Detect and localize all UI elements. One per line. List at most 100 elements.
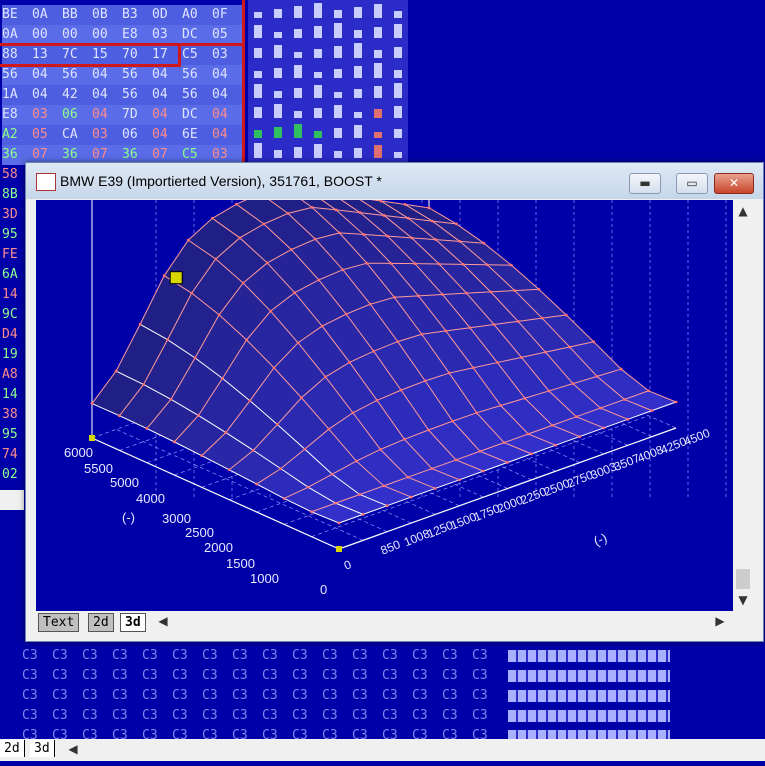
hex-cell[interactable]: C3: [262, 686, 292, 706]
hex-left-cell[interactable]: 38: [2, 405, 18, 425]
window-titlebar[interactable]: BMW E39 (Importierted Version), 351761, …: [26, 163, 763, 199]
hex-cell[interactable]: C3: [412, 686, 442, 706]
hex-cell[interactable]: 05: [32, 125, 62, 145]
hex-cell[interactable]: C3: [172, 646, 202, 666]
hex-cell[interactable]: C3: [82, 686, 112, 706]
hex-cell[interactable]: DC: [182, 105, 212, 125]
left-scroll-stub[interactable]: [0, 490, 24, 510]
hex-cell[interactable]: 0A: [32, 5, 62, 25]
hex-cell[interactable]: C3: [292, 686, 322, 706]
scroll-left-button[interactable]: ◀: [66, 742, 80, 756]
hex-cell[interactable]: 04: [92, 85, 122, 105]
hex-cell[interactable]: 04: [92, 65, 122, 85]
hex-cell[interactable]: C3: [82, 666, 112, 686]
hex-cell[interactable]: C3: [142, 706, 172, 726]
hex-cell[interactable]: 88: [2, 45, 32, 65]
hex-cell[interactable]: 56: [182, 65, 212, 85]
hex-cell[interactable]: C3: [262, 706, 292, 726]
hex-cell[interactable]: C3: [52, 646, 82, 666]
hex-left-cell[interactable]: 6A: [2, 265, 18, 285]
hex-cell[interactable]: C3: [202, 666, 232, 686]
hex-cell[interactable]: C3: [352, 686, 382, 706]
hex-cell[interactable]: C3: [22, 686, 52, 706]
hex-cell[interactable]: 0D: [152, 5, 182, 25]
hex-cell[interactable]: 6E: [182, 125, 212, 145]
hex-cell[interactable]: 04: [212, 65, 242, 85]
hex-left-cell[interactable]: 58: [2, 165, 18, 185]
hex-cell[interactable]: C3: [262, 646, 292, 666]
hex-cell[interactable]: 42: [62, 85, 92, 105]
hex-cell[interactable]: 0A: [2, 25, 32, 45]
hex-cell[interactable]: 0F: [212, 5, 242, 25]
hex-cell[interactable]: C3: [142, 646, 172, 666]
hex-cell[interactable]: 00: [32, 25, 62, 45]
maximize-button[interactable]: ▭: [676, 173, 708, 194]
close-button[interactable]: ✕: [714, 173, 754, 194]
hex-cell[interactable]: 04: [32, 65, 62, 85]
hex-cell[interactable]: 04: [152, 65, 182, 85]
hex-cell[interactable]: 7D: [122, 105, 152, 125]
hex-cell[interactable]: C3: [292, 706, 322, 726]
hex-cell[interactable]: E8: [122, 25, 152, 45]
hex-cell[interactable]: C3: [442, 706, 472, 726]
hex-cell[interactable]: C5: [182, 45, 212, 65]
hex-cell[interactable]: C3: [322, 646, 352, 666]
hex-cell[interactable]: BE: [2, 5, 32, 25]
hex-cell[interactable]: C3: [142, 686, 172, 706]
hex-cell[interactable]: 56: [2, 65, 32, 85]
hex-cell[interactable]: C3: [322, 686, 352, 706]
hex-left-cell[interactable]: 19: [2, 345, 18, 365]
hex-cell[interactable]: C3: [442, 686, 472, 706]
hex-left-cell[interactable]: FE: [2, 245, 18, 265]
hex-cell[interactable]: C3: [52, 666, 82, 686]
hex-cell[interactable]: 56: [122, 65, 152, 85]
hex-cell[interactable]: C3: [352, 706, 382, 726]
bottom-tab-2d[interactable]: 2d: [0, 740, 25, 757]
hex-left-cell[interactable]: A8: [2, 365, 18, 385]
hex-cell[interactable]: 00: [92, 25, 122, 45]
hex-cell[interactable]: 04: [32, 85, 62, 105]
hex-cell[interactable]: 06: [62, 105, 92, 125]
tab-scroll-left[interactable]: ◀: [156, 614, 170, 628]
hex-cell[interactable]: C3: [382, 706, 412, 726]
hex-cell[interactable]: 13: [32, 45, 62, 65]
hex-cell[interactable]: C3: [112, 666, 142, 686]
hex-cell[interactable]: C3: [292, 666, 322, 686]
hex-cell[interactable]: 03: [32, 105, 62, 125]
hex-left-cell[interactable]: 8B: [2, 185, 18, 205]
hex-cell[interactable]: 70: [122, 45, 152, 65]
hex-cell[interactable]: C3: [292, 646, 322, 666]
hex-cell[interactable]: 56: [122, 85, 152, 105]
tab-3d[interactable]: 3d: [120, 613, 146, 632]
hex-cell[interactable]: 7C: [62, 45, 92, 65]
hex-cell[interactable]: C3: [262, 666, 292, 686]
tab-scroll-right[interactable]: ▶: [713, 614, 727, 628]
hex-cell[interactable]: C3: [172, 686, 202, 706]
scroll-down-button[interactable]: ▼: [736, 593, 750, 607]
hex-left-cell[interactable]: 95: [2, 225, 18, 245]
hex-cell[interactable]: 56: [182, 85, 212, 105]
hex-cell[interactable]: 03: [92, 125, 122, 145]
hex-left-cell[interactable]: 14: [2, 285, 18, 305]
hex-cell[interactable]: C3: [202, 686, 232, 706]
hex-cell[interactable]: C3: [382, 666, 412, 686]
hex-cell[interactable]: C3: [232, 646, 262, 666]
hex-left-cell[interactable]: 02: [2, 465, 18, 485]
bottom-tab-3d[interactable]: 3d: [30, 740, 55, 757]
hex-cell[interactable]: C3: [352, 646, 382, 666]
hex-cell[interactable]: DC: [182, 25, 212, 45]
hex-cell[interactable]: 04: [212, 125, 242, 145]
hex-cell[interactable]: C3: [22, 666, 52, 686]
hex-cell[interactable]: 03: [212, 45, 242, 65]
hex-cell[interactable]: C3: [232, 706, 262, 726]
hex-cell[interactable]: A0: [182, 5, 212, 25]
hex-left-cell[interactable]: 74: [2, 445, 18, 465]
hex-cell[interactable]: C3: [52, 706, 82, 726]
hex-cell[interactable]: 03: [152, 25, 182, 45]
scroll-thumb[interactable]: [736, 569, 750, 589]
hex-cell[interactable]: C3: [382, 646, 412, 666]
hex-cell[interactable]: C3: [442, 646, 472, 666]
hex-cell[interactable]: 06: [122, 125, 152, 145]
minimize-button[interactable]: ▬: [629, 173, 661, 194]
tab-2d[interactable]: 2d: [88, 613, 114, 632]
